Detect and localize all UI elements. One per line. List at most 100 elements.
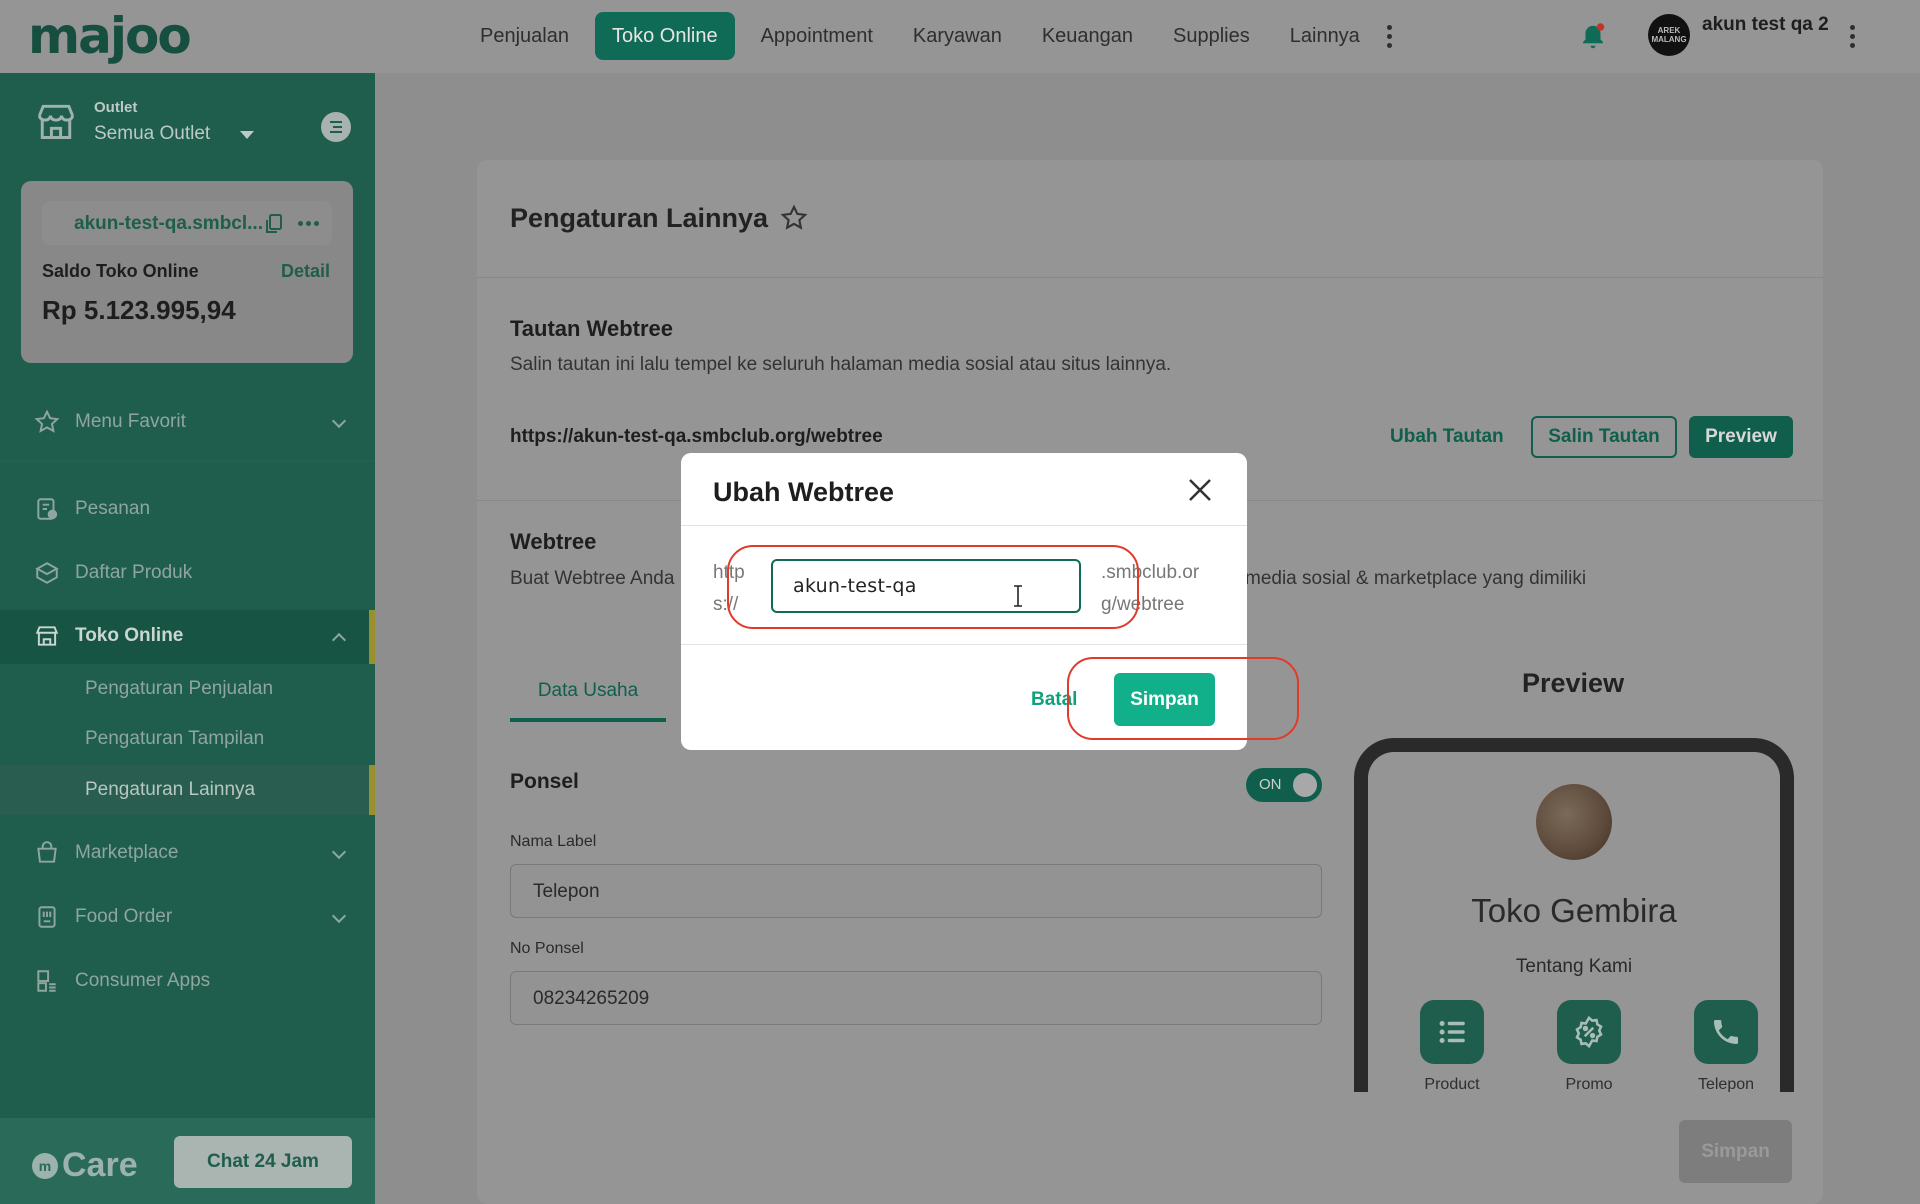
marketplace-icon — [37, 841, 57, 863]
chevron-up-icon — [331, 632, 347, 648]
nav-karyawan[interactable]: Karyawan — [893, 12, 1022, 60]
modal-title: Ubah Webtree — [713, 477, 895, 507]
phone-preview: Toko Gembira Tentang Kami Product Promo … — [1354, 738, 1794, 1092]
shop-url-pill: akun-test-qa.smbcl... — [42, 201, 332, 245]
nav-lainnya[interactable]: Lainnya — [1270, 12, 1380, 60]
close-icon[interactable] — [1185, 475, 1215, 505]
header-divider — [477, 277, 1823, 278]
food-order-icon — [38, 906, 56, 928]
saldo-detail-link[interactable]: Detail — [281, 261, 330, 282]
consumer-apps-icon — [37, 970, 56, 992]
preview-about: Tentang Kami — [1515, 956, 1633, 977]
chevron-down-icon — [331, 413, 347, 429]
sidebar-subitem-label: Pengaturan Lainnya — [85, 779, 256, 800]
tautan-webtree-desc: Salin tautan ini lalu tempel ke seluruh … — [510, 354, 1172, 375]
sidebar-collapse-icon[interactable] — [321, 112, 351, 142]
sidebar-item-label: Food Order — [75, 906, 173, 927]
sidebar-subitem-label: Pengaturan Tampilan — [85, 728, 265, 749]
webtree-desc-left: Buat Webtree Anda — [510, 568, 675, 589]
sidebar-item-label: Marketplace — [75, 842, 179, 863]
top-navigation-bar: majoo Penjualan Toko Online Appointment … — [0, 0, 1920, 73]
nav-toko-online[interactable]: Toko Online — [594, 12, 735, 60]
sidebar-subitem-pengaturan-tampilan[interactable]: Pengaturan Tampilan — [0, 714, 375, 764]
sidebar-item-label: Menu Favorit — [75, 411, 186, 432]
sidebar-divider — [0, 460, 375, 462]
sidebar-subitem-pengaturan-lainnya[interactable]: Pengaturan Lainnya — [0, 765, 375, 815]
store-icon — [38, 104, 74, 139]
shop-balance-card: akun-test-qa.smbcl... Saldo Toko Online … — [21, 181, 353, 363]
nama-label-caption: Nama Label — [510, 833, 597, 850]
sidebar-item-label: Daftar Produk — [75, 562, 193, 583]
majoo-logo[interactable]: majoo — [28, 8, 192, 64]
preview-action-telepon[interactable]: Telepon — [1694, 1000, 1758, 1092]
outlet-selector[interactable]: Semua Outlet — [94, 123, 210, 145]
sidebar-item-menu-favorit[interactable]: Menu Favorit — [0, 396, 375, 448]
preview-shop-name: Toko Gembira — [1471, 892, 1677, 929]
saldo-label: Saldo Toko Online — [42, 261, 199, 281]
sidebar-item-label: Consumer Apps — [75, 970, 211, 991]
no-ponsel-caption: No Ponsel — [510, 940, 584, 957]
tab-data-usaha[interactable]: Data Usaha — [510, 680, 666, 722]
toggle-label: ON — [1259, 776, 1282, 793]
modal-divider — [681, 644, 1247, 645]
sidebar-item-toko-online[interactable]: Toko Online — [0, 610, 375, 664]
user-avatar[interactable]: AREK MALANG — [1648, 14, 1690, 56]
notification-bell-icon[interactable] — [1578, 22, 1608, 52]
online-store-icon — [35, 626, 59, 646]
simpan-page-button[interactable]: Simpan — [1679, 1120, 1792, 1183]
shop-name: akun-test-qa.smbcl... — [74, 213, 263, 234]
action-caption: Promo — [1565, 1076, 1613, 1092]
nama-label-input[interactable]: Telepon — [510, 864, 1322, 918]
chevron-down-icon — [331, 908, 347, 924]
ponsel-toggle[interactable]: ON — [1246, 768, 1322, 802]
promo-badge-icon — [1575, 1015, 1603, 1049]
chevron-down-icon — [331, 844, 347, 860]
sidebar-item-consumer-apps[interactable]: Consumer Apps — [0, 955, 375, 1007]
preview-action-product[interactable]: Product — [1420, 1000, 1484, 1092]
nav-appointment[interactable]: Appointment — [741, 12, 893, 60]
sidebar-item-food-order[interactable]: Food Order — [0, 891, 375, 943]
nav-supplies[interactable]: Supplies — [1153, 12, 1270, 60]
care-label: Care — [62, 1146, 138, 1184]
nav-keuangan[interactable]: Keuangan — [1022, 12, 1153, 60]
sidebar-item-marketplace[interactable]: Marketplace — [0, 827, 375, 879]
annotation-oval-input — [727, 545, 1139, 629]
sidebar: Outlet Semua Outlet akun-test-qa.smbcl..… — [0, 73, 375, 1204]
outlet-label: Outlet — [94, 99, 138, 116]
nav-penjualan[interactable]: Penjualan — [460, 12, 589, 60]
no-ponsel-input[interactable]: 08234265209 — [510, 971, 1322, 1025]
copy-icon[interactable] — [262, 211, 286, 237]
care-logo: m Care — [32, 1146, 138, 1185]
sidebar-subitem-pengaturan-penjualan[interactable]: Pengaturan Penjualan — [0, 664, 375, 714]
page-title: Pengaturan Lainnya — [510, 203, 769, 233]
action-caption: Product — [1424, 1076, 1480, 1092]
user-menu-icon[interactable] — [1842, 12, 1862, 60]
webtree-url: https://akun-test-qa.smbclub.org/webtree — [510, 426, 883, 447]
list-icon — [1439, 1020, 1465, 1044]
preview-button[interactable]: Preview — [1689, 416, 1793, 458]
sidebar-item-daftar-produk[interactable]: Daftar Produk — [0, 547, 375, 599]
saldo-value: Rp 5.123.995,94 — [42, 295, 236, 325]
chat-24-jam-button[interactable]: Chat 24 Jam — [174, 1136, 352, 1188]
webtree-title: Webtree — [510, 529, 597, 554]
modal-divider — [681, 525, 1247, 526]
nav-more-icon[interactable] — [1380, 12, 1400, 60]
more-options-icon[interactable] — [298, 221, 319, 226]
phone-icon — [1714, 1020, 1738, 1044]
annotation-oval-save — [1067, 657, 1299, 740]
webtree-desc-right: media sosial & marketplace yang dimiliki — [1245, 568, 1587, 589]
user-name[interactable]: akun test qa 2 — [1702, 14, 1832, 35]
sidebar-item-pesanan[interactable]: Pesanan — [0, 483, 375, 535]
tautan-webtree-title: Tautan Webtree — [510, 316, 673, 341]
outlet-dropdown-icon[interactable] — [240, 131, 254, 139]
ponsel-title: Ponsel — [510, 770, 579, 793]
favorite-star-icon[interactable] — [780, 204, 808, 232]
sidebar-item-label: Pesanan — [75, 498, 151, 519]
ubah-tautan-button[interactable]: Ubah Tautan — [1390, 426, 1504, 448]
action-caption: Telepon — [1697, 1076, 1755, 1092]
salin-tautan-button[interactable]: Salin Tautan — [1531, 416, 1677, 458]
preview-action-promo[interactable]: Promo — [1557, 1000, 1621, 1092]
care-bar: m Care Chat 24 Jam — [0, 1118, 375, 1204]
star-icon — [34, 409, 60, 433]
sidebar-subitem-label: Pengaturan Penjualan — [85, 678, 274, 699]
